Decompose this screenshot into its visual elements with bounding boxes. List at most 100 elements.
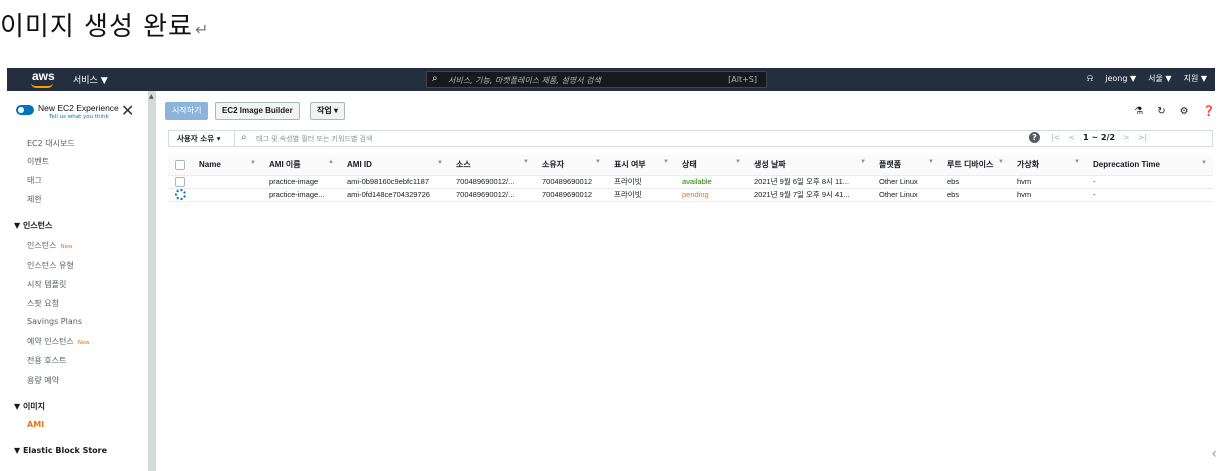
scroll-up-icon[interactable]: ▲ [149, 93, 154, 100]
next-page-icon[interactable]: > [1123, 133, 1130, 142]
sidebar-section-images[interactable]: ▼ 이미지 [14, 401, 45, 412]
sidebar-section-instances[interactable]: ▼ 인스턴스 [14, 220, 52, 231]
sidebar-item-limits[interactable]: 제한 [27, 194, 42, 205]
sort-asc-icon: ▲ [328, 159, 334, 166]
select-all-checkbox[interactable] [175, 159, 185, 170]
sidebar-item-spot-requests[interactable]: 스팟 요청 [27, 298, 59, 309]
loading-spinner-icon [175, 189, 186, 200]
col-creation-date[interactable]: 생성 날짜 ▼ [747, 155, 872, 176]
col-label: 표시 여부 [614, 160, 646, 170]
row-checkbox[interactable] [175, 176, 185, 187]
search-placeholder: 서비스, 기능, 마켓플레이스 제품, 설명서 검색 [448, 76, 601, 85]
cell-owner: 700489690012 [535, 188, 607, 202]
document-heading: 이미지 생성 완료 ↵ [0, 6, 209, 46]
sidebar-item-instance-types[interactable]: 인스턴스 유형 [27, 260, 74, 271]
first-page-icon[interactable]: |< [1051, 133, 1060, 142]
prev-page-icon[interactable]: < [1068, 133, 1075, 142]
sidebar-item-launch-templates[interactable]: 시작 템플릿 [27, 279, 66, 290]
cell-ami-name: practice-image... [262, 188, 340, 202]
flask-icon[interactable]: ⚗ [1134, 106, 1143, 117]
col-source[interactable]: 소스 ▼ [449, 155, 535, 176]
pagination: |< < 1 ~ 2/2 > >| [1051, 133, 1147, 142]
support-menu[interactable]: 지원 ▼ [1184, 73, 1207, 84]
launch-button[interactable]: 시작하기 [165, 102, 209, 120]
cell-ami-id: ami-0fd148ce704329726 [340, 188, 449, 202]
cell-virtualization: hvm [1010, 188, 1086, 202]
cell-source: 700489690012/... [449, 175, 535, 189]
cell-platform: Other Linux [872, 188, 940, 202]
cell-root-device: ebs [940, 175, 1010, 189]
bell-icon[interactable]: ⍾ [1087, 73, 1094, 84]
services-menu[interactable]: 서비스 ▼ [73, 73, 108, 86]
sidebar-item-dashboard[interactable]: EC2 대시보드 [27, 138, 75, 149]
filter-search-input[interactable]: 태그 및 속성별 필터 또는 키워드별 검색 [256, 134, 372, 144]
sidebar-item-savings-plans[interactable]: Savings Plans [27, 317, 82, 326]
gear-icon[interactable]: ⚙ [1180, 106, 1189, 117]
refresh-icon[interactable]: ↻ [1157, 106, 1165, 117]
col-ami-id[interactable]: AMI ID ▼ [340, 155, 449, 176]
col-name[interactable]: Name ▼ [192, 155, 262, 176]
sidebar-item-tags[interactable]: 태그 [27, 175, 42, 186]
col-label: Deprecation Time [1093, 160, 1160, 170]
table-row[interactable]: practice-image ami-0b98160c9ebfc1187 700… [168, 175, 1213, 189]
sidebar-item-capacity-reservations[interactable]: 용량 예약 [27, 375, 59, 386]
col-visibility[interactable]: 표시 여부 ▼ [607, 155, 675, 176]
chevron-left-icon[interactable]: ‹ [1211, 446, 1217, 462]
last-page-icon[interactable]: >| [1138, 133, 1147, 142]
help-icon[interactable]: ❓ [1203, 106, 1215, 117]
col-owner[interactable]: 소유자 ▼ [535, 155, 607, 176]
region-menu[interactable]: 서울 ▼ [1148, 73, 1171, 84]
owner-filter-dropdown[interactable]: 사용자 소유 ▾ [169, 131, 235, 146]
col-platform[interactable]: 플랫폼 ▼ [872, 155, 940, 176]
table-row[interactable]: practice-image... ami-0fd148ce704329726 … [168, 188, 1213, 202]
new-experience-toggle[interactable] [16, 105, 34, 115]
cell-status: available [675, 175, 747, 189]
sidebar-item-dedicated-hosts[interactable]: 전용 호스트 [27, 355, 66, 366]
sidebar-item-events[interactable]: 이벤트 [27, 156, 49, 167]
search-shortcut: [Alt+S] [728, 75, 757, 84]
ami-main-panel: 시작하기 EC2 Image Builder 작업 ▾ ⚗ ↻ ⚙ ❓ 사용자 … [160, 91, 1215, 471]
col-root-device[interactable]: 루트 디바이스 ▼ [940, 155, 1010, 176]
return-mark: ↵ [194, 20, 210, 39]
sidebar-item-ami[interactable]: AMI [27, 420, 44, 429]
col-ami-name[interactable]: AMI 이름 ▲ [262, 155, 340, 176]
col-label: 생성 날짜 [754, 160, 786, 170]
col-label: 가상화 [1017, 160, 1040, 170]
cell-name [192, 188, 262, 202]
actions-button[interactable]: 작업 ▾ [310, 102, 345, 120]
help-icon[interactable]: ? [1029, 132, 1040, 143]
cell-creation-date: 2021년 9월 6일 오후 8시 11... [747, 175, 872, 189]
cell-virtualization: hvm [1010, 175, 1086, 189]
sidebar-item-reserved-instances[interactable]: 예약 인스턴스 New [27, 336, 90, 347]
sort-icon: ▼ [998, 159, 1004, 166]
row-select[interactable] [168, 175, 192, 189]
sidebar-scrollbar[interactable]: ▲ [148, 91, 156, 471]
sidebar-item-label: 예약 인스턴스 [27, 337, 74, 346]
page-indicator: 1 ~ 2/2 [1083, 133, 1116, 142]
col-virtualization[interactable]: 가상화 ▼ [1010, 155, 1086, 176]
aws-logo-smile [31, 83, 53, 88]
col-status[interactable]: 상태 ▼ [675, 155, 747, 176]
select-all-header[interactable] [168, 155, 192, 176]
row-select[interactable] [168, 188, 192, 202]
tell-us-link[interactable]: Tell us what you think [49, 114, 109, 120]
sort-icon: ▼ [595, 159, 601, 166]
global-search-input[interactable]: ⌕ 서비스, 기능, 마켓플레이스 제품, 설명서 검색 [Alt+S] [426, 71, 767, 88]
new-badge: New [60, 244, 73, 250]
cell-owner: 700489690012 [535, 175, 607, 189]
cell-ami-name: practice-image [262, 175, 340, 189]
image-builder-button[interactable]: EC2 Image Builder [215, 102, 300, 120]
col-deprecation-time[interactable]: Deprecation Time ▼ [1086, 155, 1213, 176]
col-label: AMI 이름 [269, 160, 301, 170]
cell-root-device: ebs [940, 188, 1010, 202]
cell-deprecation-time: - [1086, 188, 1213, 202]
cell-deprecation-time: - [1086, 175, 1213, 189]
ec2-sidebar: New EC2 Experience Tell us what you thin… [7, 91, 148, 471]
close-icon[interactable]: ✕ [121, 103, 134, 119]
col-label: 루트 디바이스 [947, 160, 994, 170]
sidebar-item-instances[interactable]: 인스턴스 New [27, 240, 72, 251]
sidebar-section-ebs[interactable]: ▼ Elastic Block Store [14, 446, 107, 455]
user-menu[interactable]: jeong ▼ [1105, 74, 1136, 83]
aws-logo[interactable]: aws [32, 69, 55, 83]
filter-bar: 사용자 소유 ▾ ⌕ 태그 및 속성별 필터 또는 키워드별 검색 ? |< <… [168, 130, 1213, 147]
